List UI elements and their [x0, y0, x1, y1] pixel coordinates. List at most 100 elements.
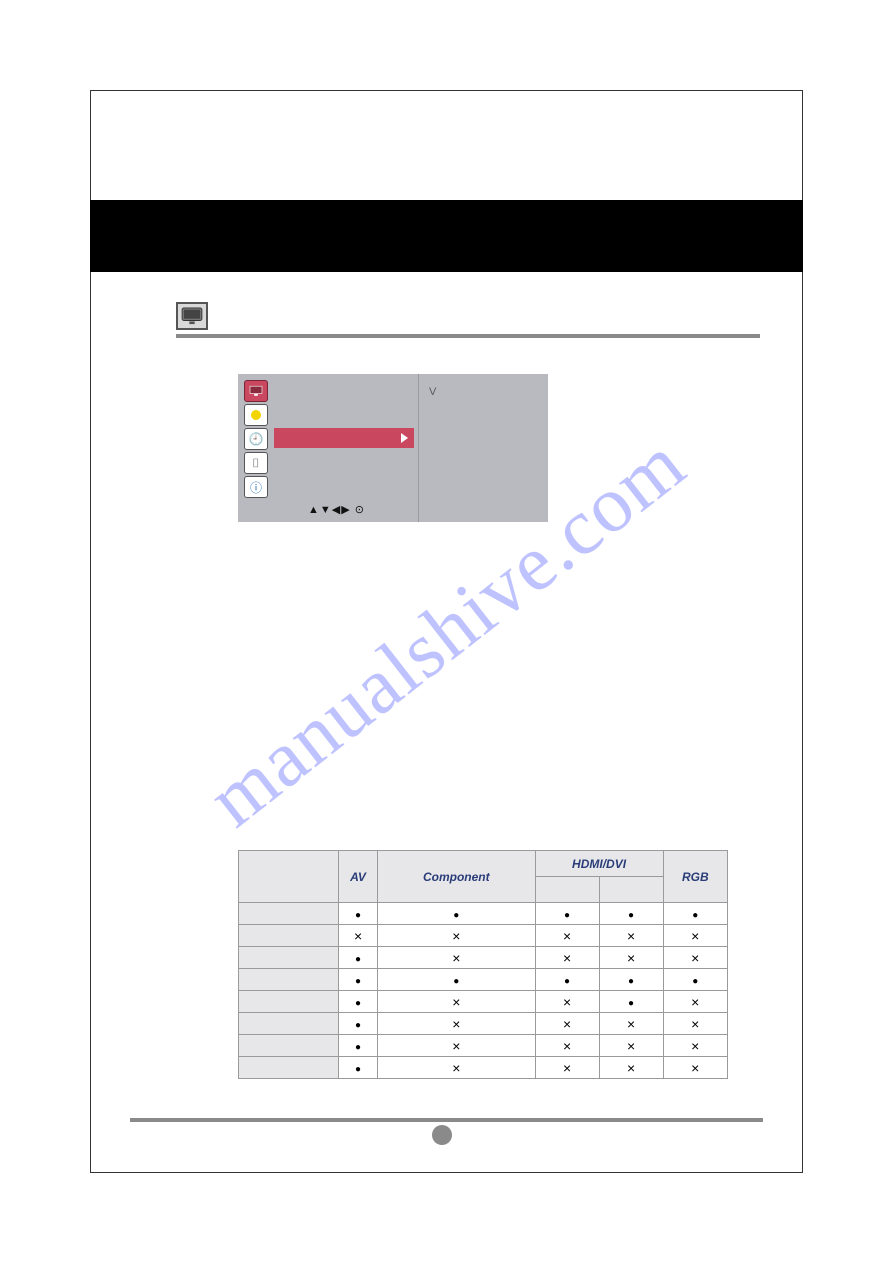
- row-label: [239, 991, 339, 1013]
- table-cell: [535, 1035, 599, 1057]
- table-cell: [599, 1035, 663, 1057]
- x-mark-icon: [691, 930, 699, 944]
- x-mark-icon: [452, 1062, 460, 1076]
- osd-icon-column: [244, 380, 272, 498]
- table-body: [239, 903, 728, 1079]
- table-cell: [339, 1035, 378, 1057]
- table-cell: [599, 903, 663, 925]
- filled-circle-icon: [453, 907, 459, 921]
- table-cell: [599, 925, 663, 947]
- filled-circle-icon: [692, 973, 698, 987]
- table-cell: [535, 903, 599, 925]
- table-cell: [599, 969, 663, 991]
- table-cell: [339, 1057, 378, 1079]
- x-mark-icon: [627, 952, 635, 966]
- row-label: [239, 1035, 339, 1057]
- x-mark-icon: [452, 996, 460, 1010]
- table-cell: [535, 1013, 599, 1035]
- table-cell: [663, 991, 727, 1013]
- filled-circle-icon: [355, 995, 361, 1009]
- x-mark-icon: [563, 952, 571, 966]
- col-hdmi-sub-right: [599, 877, 663, 903]
- record-dot-icon: [244, 404, 268, 426]
- x-mark-icon: [691, 996, 699, 1010]
- col-blank: [239, 851, 339, 903]
- table-row: [239, 969, 728, 991]
- filled-circle-icon: [628, 973, 634, 987]
- table-cell: [599, 1013, 663, 1035]
- table-cell: [378, 947, 535, 969]
- table-cell: [599, 947, 663, 969]
- table-cell: [599, 991, 663, 1013]
- x-mark-icon: [563, 996, 571, 1010]
- osd-left-panel: ▲▼◀▶ ⊙: [238, 374, 418, 522]
- table-row: [239, 991, 728, 1013]
- row-label: [239, 903, 339, 925]
- monitor-icon: [176, 302, 208, 330]
- x-mark-icon: [563, 930, 571, 944]
- table-cell: [599, 1057, 663, 1079]
- table-cell: [339, 925, 378, 947]
- filled-circle-icon: [628, 907, 634, 921]
- table-cell: [378, 903, 535, 925]
- filled-circle-icon: [355, 1017, 361, 1031]
- clock-icon: [244, 428, 268, 450]
- table-cell: [663, 969, 727, 991]
- table-cell: [378, 969, 535, 991]
- table-cell: [378, 1035, 535, 1057]
- section-header: [176, 298, 760, 338]
- filled-circle-icon: [453, 973, 459, 987]
- osd-screenshot: ▲▼◀▶ ⊙ V: [238, 374, 548, 522]
- x-mark-icon: [452, 930, 460, 944]
- input-source-table: AV Component HDMI/DVI RGB: [238, 850, 728, 1079]
- chapter-title-bar: [90, 200, 803, 272]
- x-mark-icon: [563, 1040, 571, 1054]
- table-cell: [339, 969, 378, 991]
- table-cell: [535, 969, 599, 991]
- table-row: [239, 1013, 728, 1035]
- table-cell: [339, 1013, 378, 1035]
- table-cell: [378, 1013, 535, 1035]
- col-rgb: RGB: [663, 851, 727, 903]
- row-label: [239, 947, 339, 969]
- x-mark-icon: [691, 1018, 699, 1032]
- filled-circle-icon: [564, 973, 570, 987]
- row-label: [239, 1057, 339, 1079]
- table-cell: [339, 991, 378, 1013]
- x-mark-icon: [691, 1040, 699, 1054]
- table-cell: [378, 1057, 535, 1079]
- row-label: [239, 925, 339, 947]
- x-mark-icon: [627, 1018, 635, 1032]
- table-cell: [535, 991, 599, 1013]
- table-row: [239, 947, 728, 969]
- osd-right-panel: V: [418, 374, 548, 522]
- filled-circle-icon: [355, 1039, 361, 1053]
- row-label: [239, 1013, 339, 1035]
- table-cell: [663, 1057, 727, 1079]
- toolbox-icon: [244, 452, 268, 474]
- table-cell: [663, 1035, 727, 1057]
- table-cell: [663, 1013, 727, 1035]
- filled-circle-icon: [355, 1061, 361, 1075]
- filled-circle-icon: [628, 995, 634, 1009]
- table-cell: [663, 903, 727, 925]
- table-row: [239, 903, 728, 925]
- table-row: [239, 925, 728, 947]
- monitor-icon: [244, 380, 268, 402]
- table-cell: [663, 947, 727, 969]
- col-av: AV: [339, 851, 378, 903]
- filled-circle-icon: [692, 907, 698, 921]
- x-mark-icon: [563, 1018, 571, 1032]
- table-cell: [535, 925, 599, 947]
- page-number-circle: [432, 1125, 452, 1145]
- table-cell: [535, 947, 599, 969]
- osd-right-first-char: V: [429, 386, 436, 398]
- x-mark-icon: [563, 1062, 571, 1076]
- filled-circle-icon: [355, 973, 361, 987]
- filled-circle-icon: [355, 951, 361, 965]
- x-mark-icon: [691, 1062, 699, 1076]
- x-mark-icon: [452, 1018, 460, 1032]
- col-hdmi-sub-left: [535, 877, 599, 903]
- x-mark-icon: [627, 930, 635, 944]
- table-cell: [535, 1057, 599, 1079]
